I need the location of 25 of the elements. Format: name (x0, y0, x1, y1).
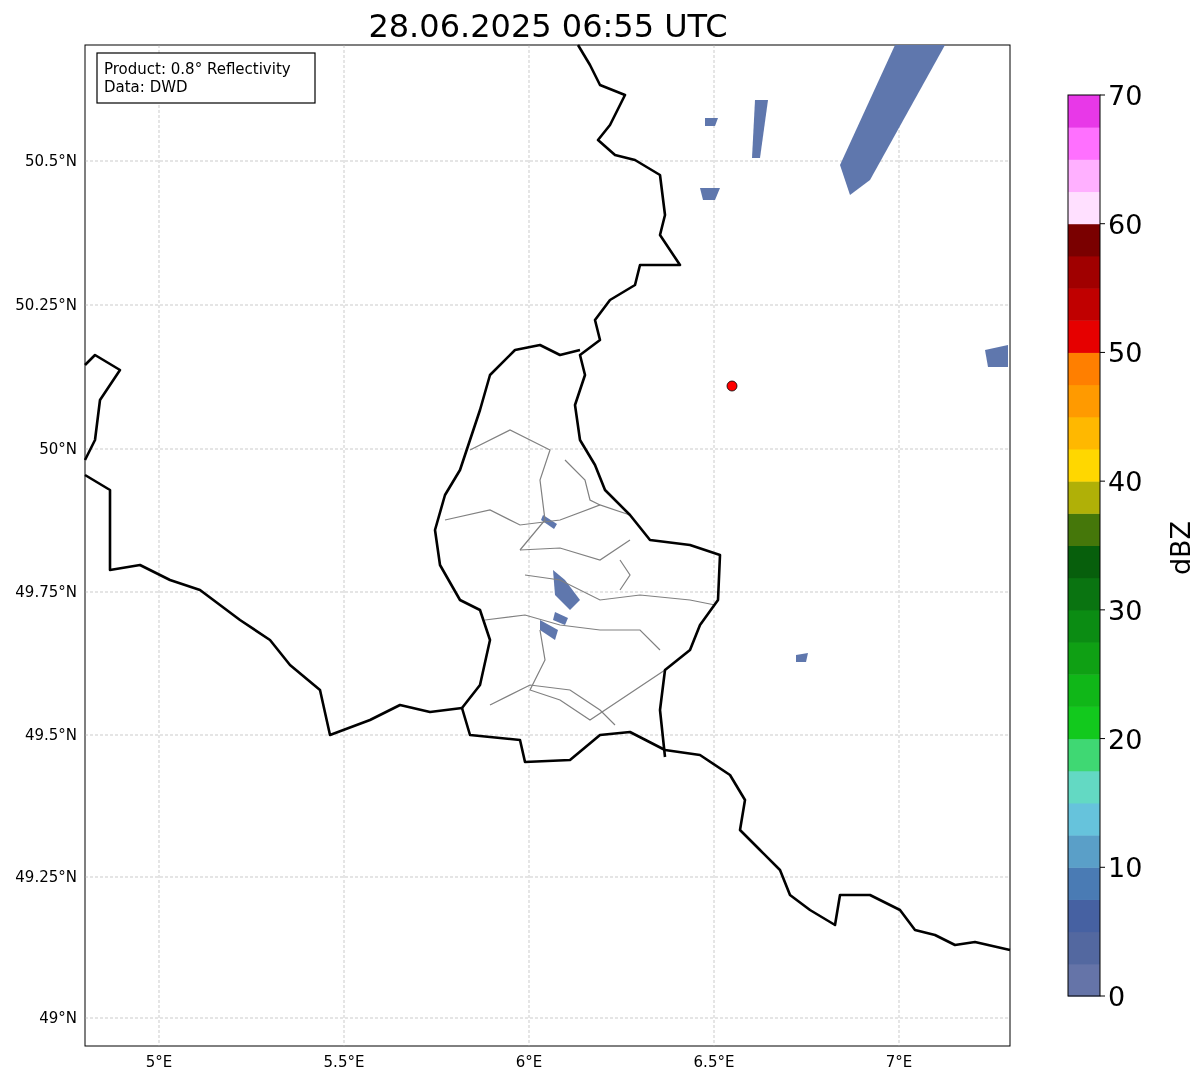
latitude-label: 49°N (39, 1009, 77, 1027)
colorbar-tick-label: 60 (1108, 208, 1143, 240)
longitude-label: 6.5°E (693, 1053, 735, 1071)
colorbar-tick-label: 50 (1108, 337, 1143, 369)
longitude-label: 5.5°E (323, 1053, 365, 1071)
latitude-label: 50.25°N (15, 296, 77, 314)
info-text: Data: DWD (104, 78, 188, 96)
latitude-label: 49.25°N (15, 868, 77, 886)
colorbar-tick-label: 10 (1108, 852, 1143, 884)
info-text: Product: 0.8° Reflectivity (104, 60, 291, 78)
latitude-label: 50.5°N (24, 152, 77, 170)
colorbar-tick-label: 40 (1108, 466, 1143, 498)
colorbar-tick-label: 30 (1108, 594, 1143, 626)
colorbar-tick-label: 70 (1108, 80, 1143, 111)
radar-site-marker (726, 380, 738, 392)
map-title: 28.06.2025 06:55 UTC (368, 7, 728, 45)
longitude-label: 6°E (515, 1053, 543, 1071)
latitude-label: 49.5°N (24, 726, 77, 744)
colorbar-tick-label: 20 (1108, 723, 1143, 755)
latitude-label: 49.75°N (15, 583, 77, 601)
longitude-label: 5°E (145, 1053, 173, 1071)
latitude-label: 50°N (39, 440, 77, 458)
colorbar-tick-label: 0 (1108, 981, 1126, 1012)
longitude-label: 7°E (885, 1053, 913, 1071)
colorbar-label: dBZ (1165, 520, 1196, 576)
